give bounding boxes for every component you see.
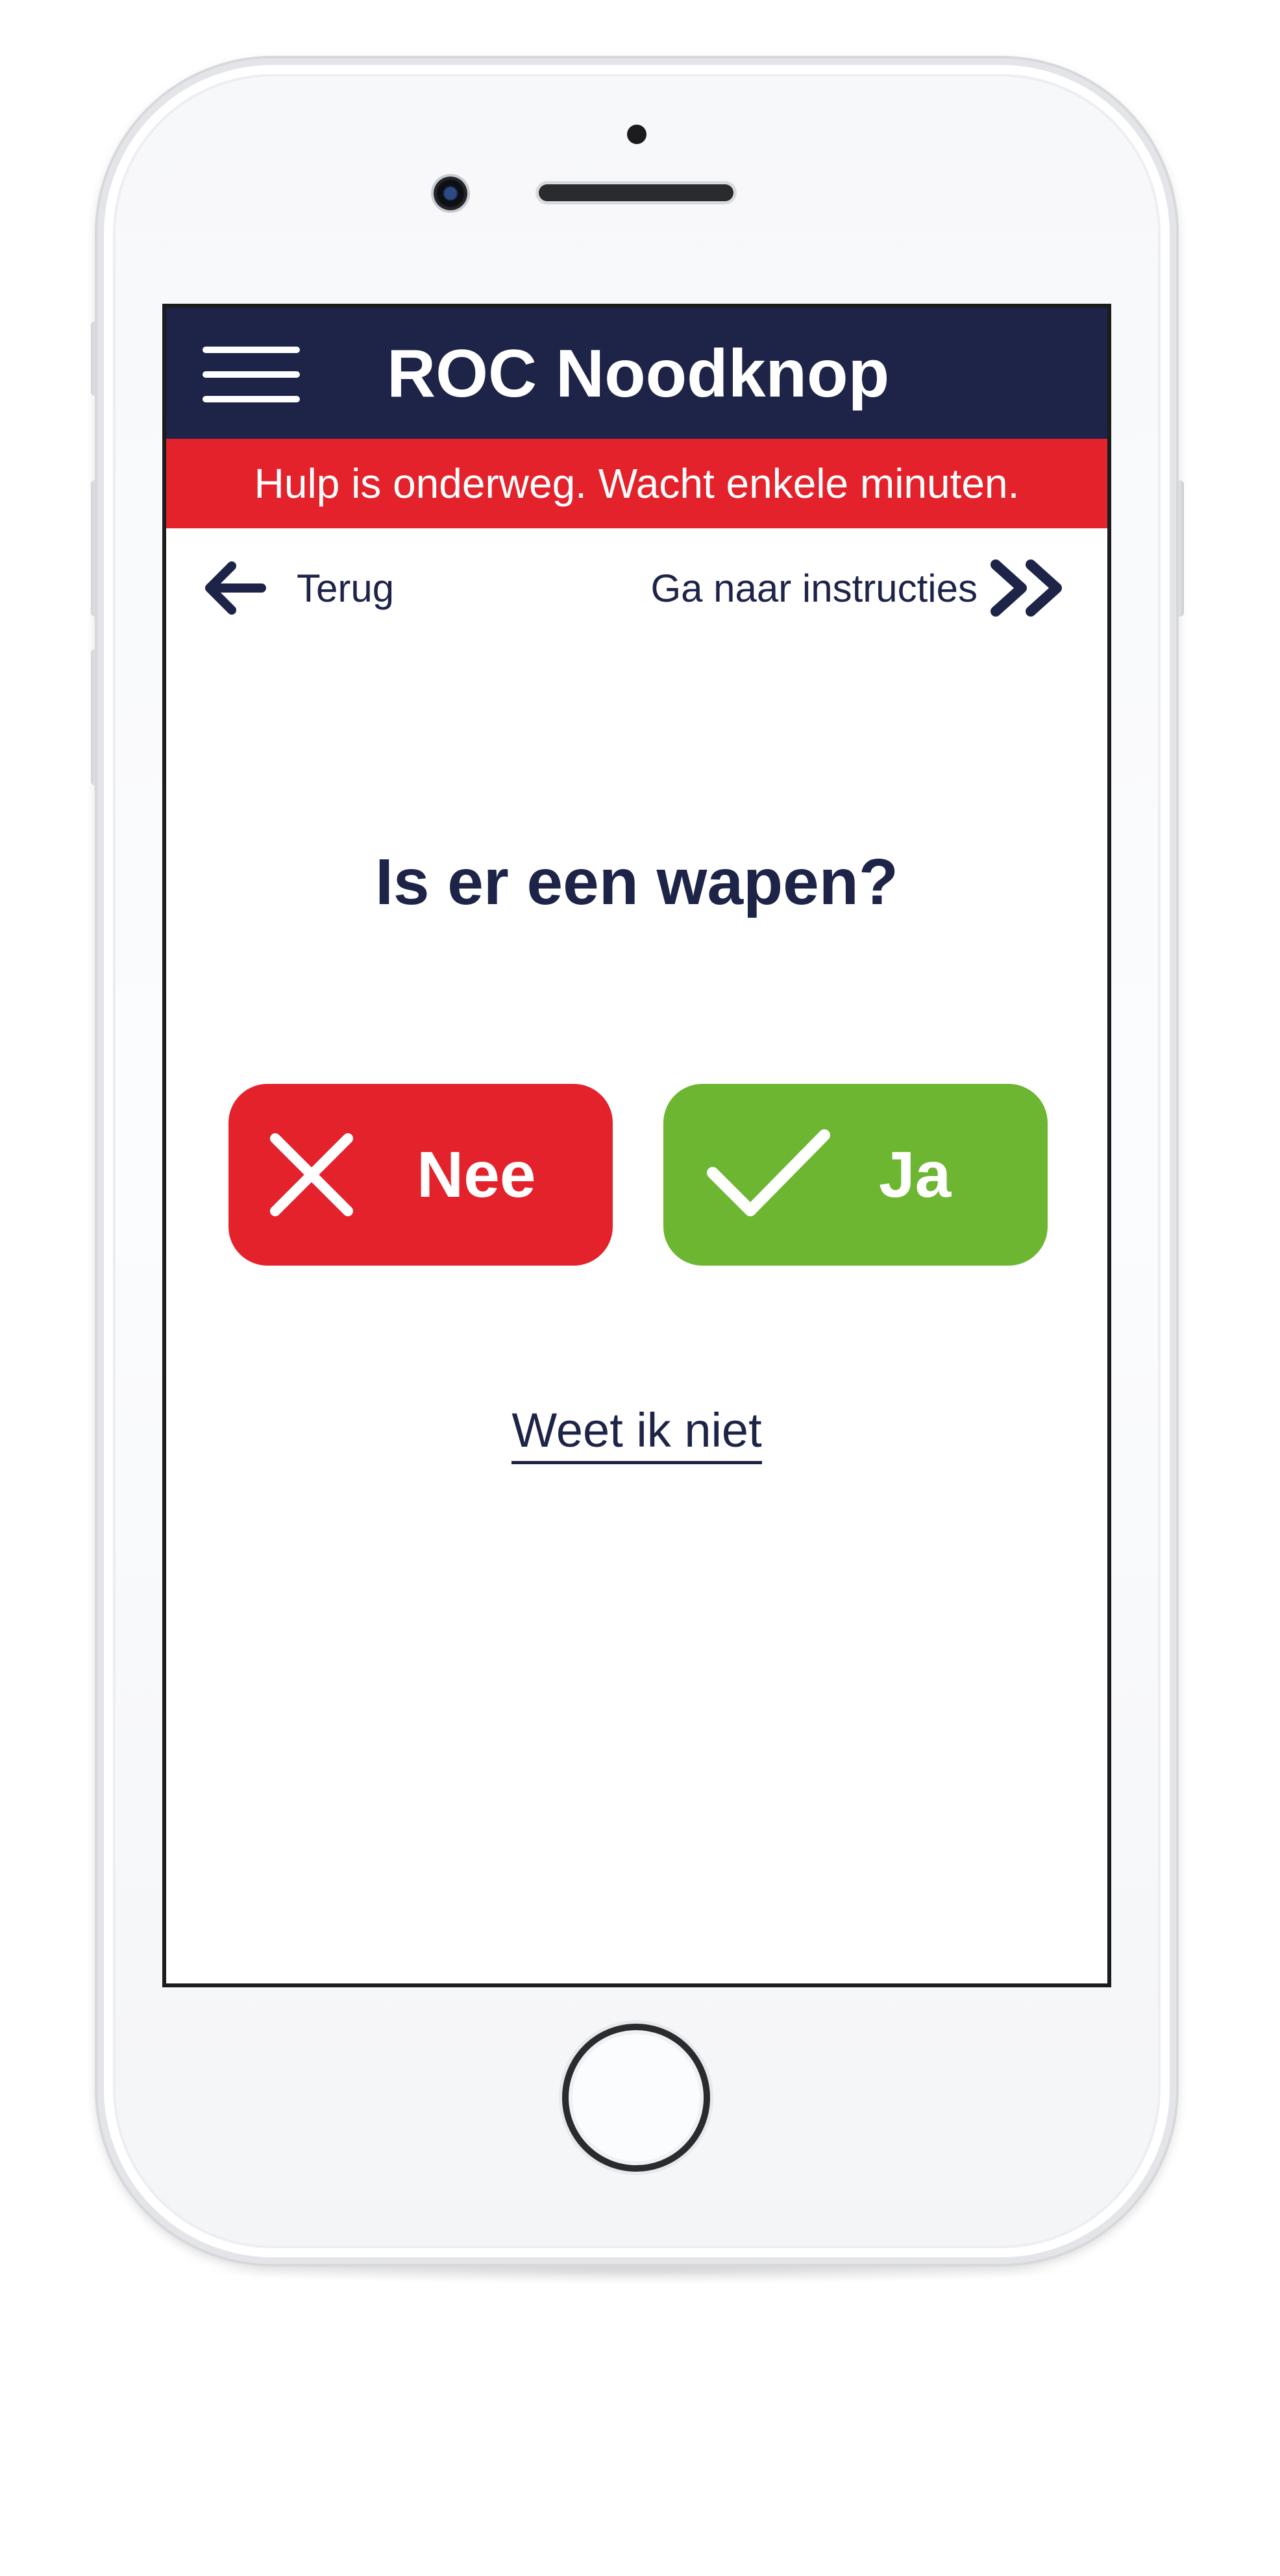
no-button[interactable]: Nee (228, 1084, 613, 1266)
instructions-link-label: Ga naar instructies (650, 566, 978, 610)
front-camera-icon (434, 177, 467, 210)
app-header: ROC Noodknop (166, 308, 1107, 439)
home-button[interactable] (562, 2024, 710, 2172)
cross-icon (270, 1133, 353, 1216)
hamburger-menu-icon[interactable] (203, 347, 300, 402)
question-title: Is er een wapen? (375, 846, 898, 918)
back-link[interactable]: Terug (202, 558, 394, 618)
earpiece-speaker (539, 184, 733, 201)
yes-button[interactable]: Ja (663, 1084, 1048, 1266)
double-chevron-right-icon (991, 559, 1062, 617)
menu-bar-middle (203, 371, 300, 378)
status-alert-banner: Hulp is onderweg. Wacht enkele minuten. (166, 439, 1107, 528)
mockup-stage: ROC Noodknop Hulp is onderweg. Wacht enk… (0, 0, 1280, 2576)
unknown-answer-wrapper: Weet ik niet (166, 1398, 1107, 1464)
app-title: ROC Noodknop (387, 336, 890, 411)
app-screen: ROC Noodknop Hulp is onderweg. Wacht enk… (162, 304, 1111, 1987)
instructions-link[interactable]: Ga naar instructies (650, 558, 1068, 618)
unknown-answer-link[interactable]: Weet ik niet (511, 1403, 762, 1464)
arrow-left-icon (205, 561, 266, 615)
menu-bar-bottom (203, 396, 300, 402)
navigation-row: Terug Ga naar instructies (166, 549, 1107, 627)
checkmark-icon (707, 1129, 830, 1216)
no-button-label: Nee (417, 1138, 536, 1211)
menu-bar-top (203, 347, 300, 353)
back-link-label: Terug (297, 566, 395, 610)
yes-button-label: Ja (879, 1138, 952, 1211)
front-sensor (627, 125, 646, 144)
